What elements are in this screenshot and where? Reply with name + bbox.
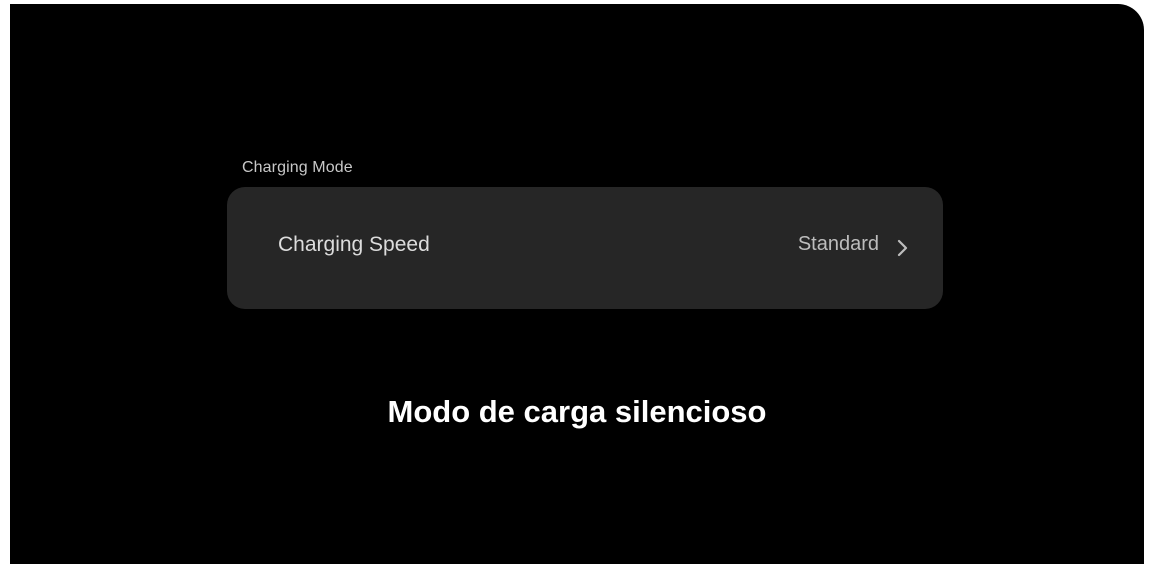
caption-text: Modo de carga silencioso — [387, 394, 767, 429]
settings-screen: Charging Mode Charging Speed Standard Mo… — [10, 4, 1144, 564]
setting-label: Charging Speed — [278, 233, 430, 256]
setting-value: Standard — [797, 233, 879, 255]
charging-speed-setting[interactable]: Charging Speed Standard — [227, 187, 943, 309]
chevron-right-icon — [893, 238, 913, 258]
section-label-charging-mode: Charging Mode — [242, 159, 353, 176]
